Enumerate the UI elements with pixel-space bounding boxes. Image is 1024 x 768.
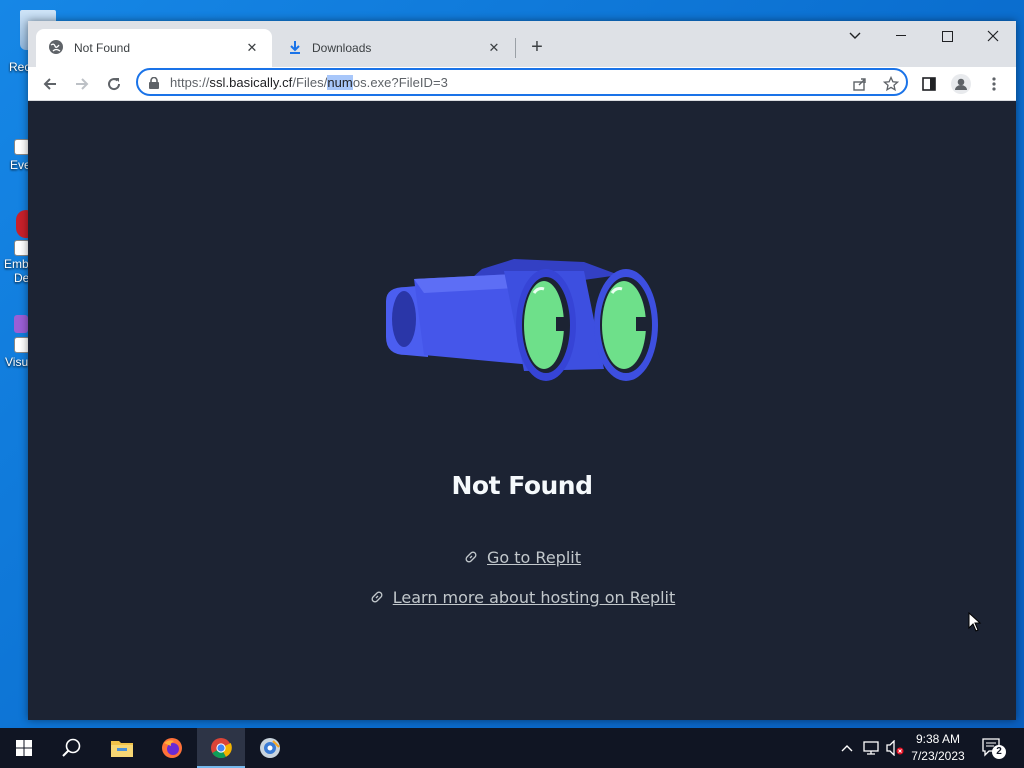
visual-studio-icon (14, 315, 28, 333)
learn-more-hosting-link[interactable]: Learn more about hosting on Replit (393, 588, 676, 607)
system-clock[interactable]: 9:38 AM 7/23/2023 (906, 731, 970, 765)
download-icon (288, 40, 302, 57)
menu-icon[interactable] (980, 70, 1008, 98)
network-icon[interactable] (860, 728, 882, 768)
mouse-cursor-icon (968, 612, 982, 632)
learn-more-link-row: Learn more about hosting on Replit (28, 588, 1016, 609)
clock-date: 7/23/2023 (911, 749, 965, 763)
desktop-icon-label: Emb (4, 257, 29, 271)
side-panel-icon[interactable] (915, 70, 943, 98)
forward-button[interactable] (68, 70, 96, 98)
go-to-replit-link-row: Go to Replit (28, 548, 1016, 569)
url-host: ssl.basically.cf (209, 75, 293, 90)
media-app-button[interactable] (246, 728, 294, 768)
firefox-icon (162, 738, 182, 758)
search-icon (62, 738, 81, 757)
media-app-icon (260, 738, 280, 758)
globe-icon (48, 39, 64, 58)
url-path-rest: os.exe?FileID=3 (352, 75, 448, 90)
profile-avatar-icon[interactable] (947, 70, 975, 98)
url-text[interactable]: https://ssl.basically.cf/Files/numos.exe… (170, 75, 448, 90)
show-hidden-icons-chevron-icon[interactable] (838, 728, 856, 768)
tab-title: Not Found (74, 41, 131, 55)
go-to-replit-link[interactable]: Go to Replit (487, 548, 581, 567)
url-path: /Files/ (292, 75, 328, 90)
start-button[interactable] (0, 728, 48, 768)
volume-muted-icon[interactable] (884, 728, 906, 768)
tab-not-found[interactable]: Not Found ✕ (36, 29, 272, 67)
reload-button[interactable] (100, 70, 128, 98)
action-center-button[interactable]: 2 (978, 728, 1008, 768)
minimize-button[interactable] (878, 21, 924, 51)
url-scheme: https:// (170, 75, 210, 90)
link-icon (369, 589, 385, 609)
tab-downloads[interactable]: Downloads ✕ (276, 29, 514, 67)
tab-separator (515, 38, 516, 58)
file-explorer-icon (111, 741, 133, 757)
chrome-button[interactable] (197, 728, 245, 768)
desktop-icon-label: Visu (5, 355, 29, 369)
browser-toolbar: https://ssl.basically.cf/Files/numos.exe… (28, 67, 1016, 101)
bookmark-star-icon[interactable] (881, 74, 901, 94)
firefox-button[interactable] (148, 728, 196, 768)
taskbar: 9:38 AM 7/23/2023 2 (0, 728, 1024, 768)
tab-strip: Not Found ✕ Downloads ✕ + (28, 21, 1016, 67)
new-tab-button[interactable]: + (525, 36, 549, 60)
notification-count-badge: 2 (992, 745, 1006, 759)
search-button[interactable] (48, 728, 96, 768)
tab-search-icon[interactable] (832, 21, 878, 51)
page-content: Not Found Go to Replit Learn more about … (28, 101, 1016, 720)
clock-time: 9:38 AM (915, 732, 961, 746)
lock-icon[interactable] (149, 76, 159, 94)
address-bar[interactable]: https://ssl.basically.cf/Files/numos.exe… (136, 68, 908, 96)
close-tab-icon[interactable]: ✕ (244, 40, 260, 56)
maximize-button[interactable] (924, 21, 970, 51)
url-selection: num (327, 75, 353, 90)
close-tab-icon[interactable]: ✕ (486, 40, 502, 56)
back-button[interactable] (36, 70, 64, 98)
tab-title: Downloads (312, 41, 372, 55)
link-icon (463, 549, 479, 569)
browser-window: Not Found ✕ Downloads ✕ + https://ssl.ba… (28, 21, 1016, 720)
close-window-button[interactable] (970, 21, 1016, 51)
chrome-icon (211, 738, 232, 759)
start-icon (16, 740, 32, 756)
file-explorer-button[interactable] (98, 728, 146, 768)
page-title: Not Found (451, 471, 593, 500)
share-icon[interactable] (850, 74, 870, 94)
binoculars-illustration (386, 259, 658, 381)
